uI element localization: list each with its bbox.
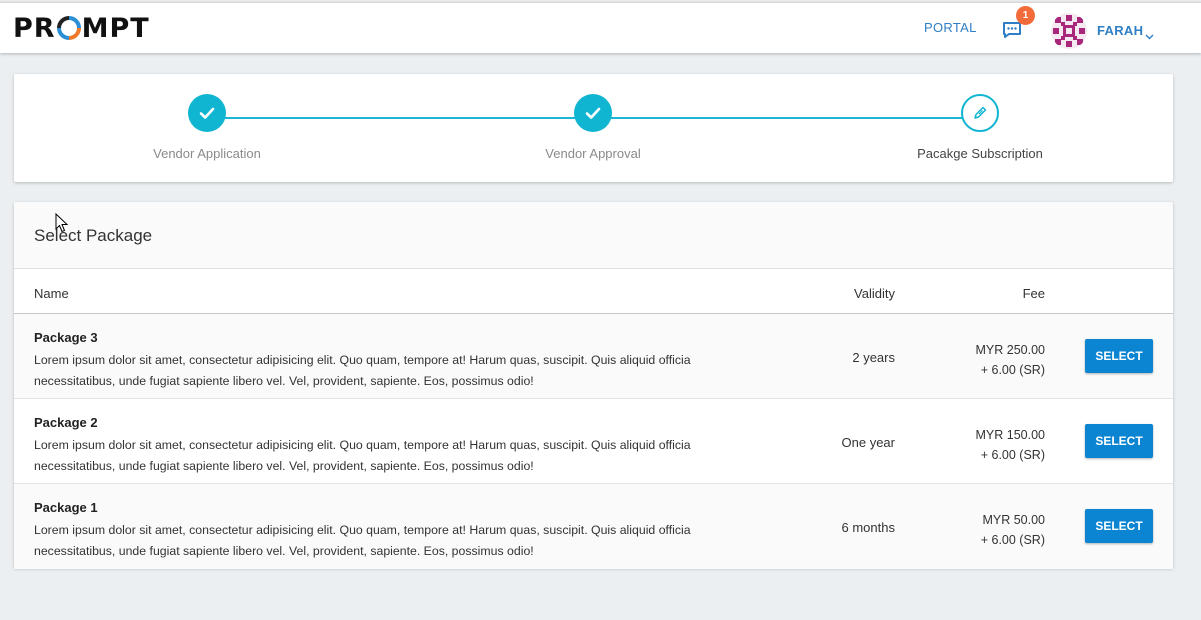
fee-amount: MYR 250.00 [975, 343, 1045, 357]
step-package-subscription: Pacakge Subscription [860, 94, 1100, 161]
table-row: Package 3 Lorem ipsum dolor sit amet, co… [14, 314, 1173, 399]
top-navbar: PR MPT PORTAL 1 FARAH [0, 2, 1201, 53]
pencil-icon [961, 94, 999, 132]
package-validity: 2 years [852, 350, 895, 365]
select-package-3-button[interactable]: SELECT [1085, 339, 1153, 373]
chat-icon[interactable] [1002, 21, 1022, 39]
package-description: Lorem ipsum dolor sit amet, consectetur … [34, 523, 691, 558]
column-header-validity: Validity [854, 286, 895, 301]
notification-badge: 1 [1016, 6, 1035, 25]
check-icon [574, 94, 612, 132]
package-description: Lorem ipsum dolor sit amet, consectetur … [34, 353, 691, 388]
mouse-cursor-icon [55, 212, 69, 233]
step-label: Vendor Approval [545, 146, 641, 161]
package-fee: MYR 150.00 + 6.00 (SR) [976, 425, 1045, 465]
fee-tax: + 6.00 (SR) [980, 448, 1045, 462]
select-package-2-button[interactable]: SELECT [1085, 424, 1153, 458]
table-row: Package 1 Lorem ipsum dolor sit amet, co… [14, 484, 1173, 569]
fee-amount: MYR 150.00 [975, 428, 1045, 442]
step-label: Vendor Application [153, 146, 261, 161]
user-name[interactable]: FARAH [1097, 23, 1143, 38]
column-header-name: Name [34, 286, 69, 301]
page-title: Select Package [34, 226, 153, 245]
package-name: Package 1 [34, 500, 98, 515]
progress-stepper: Vendor Application Vendor Approval Pacak… [14, 74, 1173, 182]
package-name: Package 3 [34, 330, 98, 345]
portal-link[interactable]: PORTAL [924, 20, 977, 35]
logo-o-icon [56, 16, 81, 40]
logo-text-right: MPT [81, 12, 150, 44]
package-selection-card: Select Package Name Validity Fee Package… [14, 202, 1173, 569]
prompt-logo[interactable]: PR MPT [13, 12, 150, 44]
select-package-1-button[interactable]: SELECT [1085, 509, 1153, 543]
package-fee: MYR 250.00 + 6.00 (SR) [976, 340, 1045, 380]
package-validity: 6 months [841, 520, 895, 535]
package-fee: MYR 50.00 + 6.00 (SR) [981, 510, 1045, 550]
column-header-fee: Fee [1022, 286, 1045, 301]
logo-text-left: PR [13, 12, 56, 44]
step-vendor-application: Vendor Application [87, 94, 327, 161]
package-validity: One year [841, 435, 895, 450]
fee-tax: + 6.00 (SR) [980, 533, 1045, 547]
table-header: Name Validity Fee [14, 268, 1173, 314]
avatar[interactable] [1051, 13, 1087, 49]
step-vendor-approval: Vendor Approval [473, 94, 713, 161]
table-row: Package 2 Lorem ipsum dolor sit amet, co… [14, 399, 1173, 484]
package-description: Lorem ipsum dolor sit amet, consectetur … [34, 438, 691, 473]
check-icon [188, 94, 226, 132]
step-label: Pacakge Subscription [917, 146, 1043, 161]
package-name: Package 2 [34, 415, 98, 430]
fee-tax: + 6.00 (SR) [980, 363, 1045, 377]
fee-amount: MYR 50.00 [982, 513, 1045, 527]
chevron-down-icon[interactable] [1145, 27, 1154, 40]
